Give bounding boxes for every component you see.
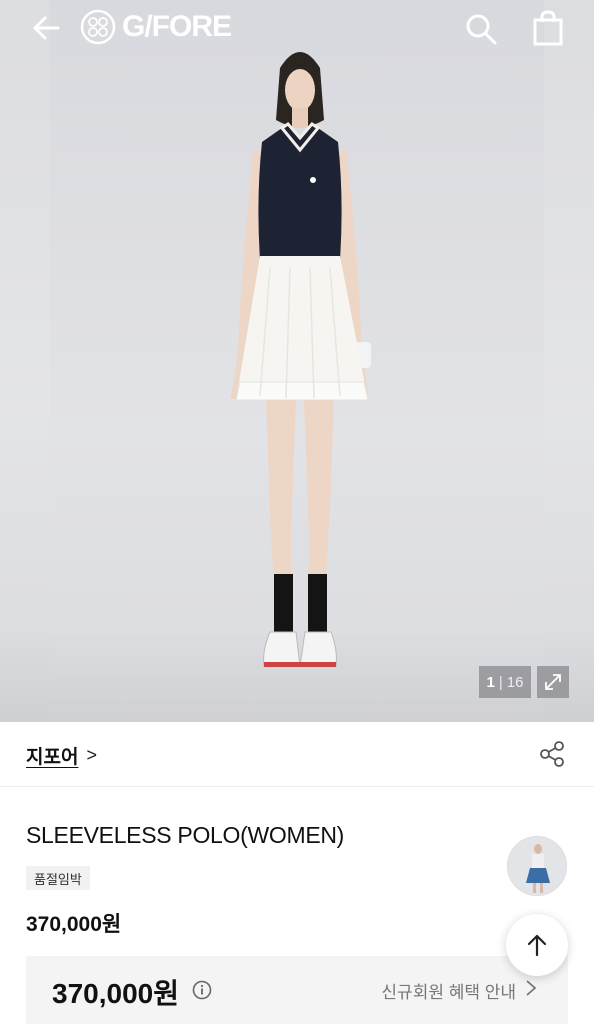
product-title: SLEEVELESS POLO(WOMEN) xyxy=(26,822,345,848)
chevron-right-icon: > xyxy=(86,745,97,765)
chevron-right-icon[interactable] xyxy=(524,978,538,998)
image-counter: 1 | 16 xyxy=(479,666,531,698)
brand-logo-text: G/FORE xyxy=(122,10,232,43)
new-member-benefit-link[interactable]: 신규회원 혜택 안내 xyxy=(381,978,516,1003)
product-image-gallery[interactable]: G/FORE 1 | 16 xyxy=(0,0,594,722)
product-photo-model xyxy=(230,52,371,667)
scroll-to-top-button[interactable] xyxy=(506,914,568,976)
brand-logo[interactable]: G/FORE xyxy=(80,9,232,45)
top-navigation-bar: G/FORE xyxy=(0,0,594,56)
search-icon[interactable] xyxy=(464,12,498,46)
shopping-bag-icon[interactable] xyxy=(532,10,564,46)
status-badge: 품절임박 xyxy=(26,866,90,890)
expand-icon[interactable] xyxy=(537,666,569,698)
brand-link[interactable]: 지포어 > xyxy=(26,742,97,769)
arrow-up-icon xyxy=(527,934,547,957)
price-summary-amount: 370,000원 xyxy=(52,978,179,1009)
brand-row: 지포어 > xyxy=(0,722,594,787)
info-icon[interactable] xyxy=(192,980,212,1000)
share-icon[interactable] xyxy=(538,740,566,768)
image-counter-current: 1 xyxy=(486,673,495,691)
image-counter-separator: | xyxy=(498,673,503,691)
product-thumbnail[interactable] xyxy=(507,836,567,896)
price-summary-box: 370,000원 신규회원 혜택 안내 xyxy=(26,956,568,1024)
gfore-circle-logo-icon xyxy=(80,9,116,45)
brand-name: 지포어 xyxy=(26,747,79,768)
back-arrow-icon[interactable] xyxy=(28,12,64,44)
product-price: 370,000원 xyxy=(26,913,122,936)
image-counter-total: 16 xyxy=(506,673,524,691)
